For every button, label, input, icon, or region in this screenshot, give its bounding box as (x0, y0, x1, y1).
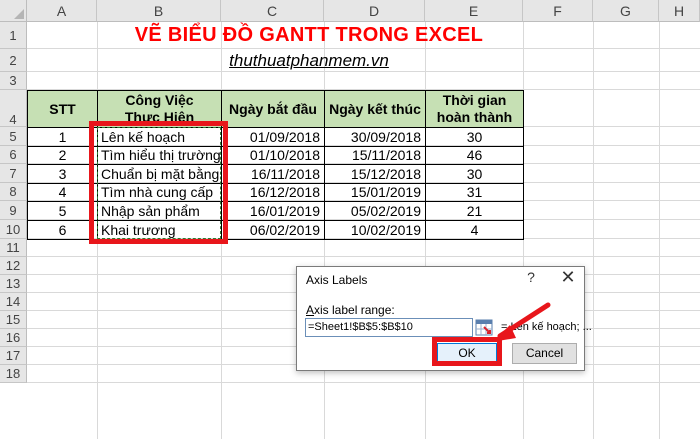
sheet-subtitle: thuthuatphanmem.vn (229, 51, 389, 70)
label-accesskey: A (306, 303, 315, 317)
highlight-box-labels (89, 121, 228, 244)
column-header-c[interactable]: C (221, 0, 324, 22)
row-header[interactable]: 9 (0, 201, 27, 220)
dialog-title: Axis Labels (306, 273, 368, 287)
row-header[interactable]: 7 (0, 164, 27, 183)
row-header[interactable]: 15 (0, 311, 27, 329)
gridline (27, 256, 700, 257)
table-cell[interactable]: 06/02/2019 (221, 220, 325, 240)
row-header[interactable]: 4 (0, 90, 27, 127)
spreadsheet-grid[interactable]: A B C D E F G H 1 2 3 4 5 6 7 8 9 10 11 12 13 14 15 16 1… (0, 0, 700, 439)
column-header-h[interactable]: H (659, 0, 700, 22)
table-header-cell[interactable]: Thời gian hoàn thành (425, 90, 524, 128)
row-header[interactable]: 13 (0, 275, 27, 293)
row-header[interactable]: 14 (0, 293, 27, 311)
table-cell[interactable]: 4 (27, 183, 98, 202)
row-header[interactable]: 12 (0, 257, 27, 275)
column-header-a[interactable]: A (27, 0, 97, 22)
row-header[interactable]: 16 (0, 329, 27, 347)
table-cell[interactable]: 30 (425, 127, 524, 147)
cancel-button[interactable]: Cancel (512, 343, 577, 364)
table-cell[interactable]: 30 (425, 164, 524, 184)
gridline (27, 382, 700, 383)
column-header-d[interactable]: D (324, 0, 425, 22)
label-text: xis label range: (314, 303, 395, 317)
table-cell[interactable]: 1 (27, 127, 98, 147)
range-picker-icon[interactable] (475, 318, 493, 337)
table-cell[interactable]: 46 (425, 146, 524, 165)
axis-label-range-input[interactable]: =Sheet1!$B$5:$B$10 (305, 318, 473, 337)
row-header[interactable]: 5 (0, 127, 27, 146)
row-header[interactable]: 3 (0, 72, 27, 90)
gridline (593, 22, 594, 439)
column-header-e[interactable]: E (425, 0, 523, 22)
table-header-cell[interactable]: STT (27, 90, 98, 128)
table-cell[interactable]: 5 (27, 201, 98, 221)
column-header-g[interactable]: G (593, 0, 659, 22)
table-cell[interactable]: 15/01/2019 (324, 183, 426, 202)
table-cell[interactable]: 15/12/2018 (324, 164, 426, 184)
row-header[interactable]: 17 (0, 347, 27, 365)
row-header[interactable]: 2 (0, 49, 27, 72)
close-icon[interactable]: ✕ (555, 267, 581, 288)
row-header[interactable]: 10 (0, 220, 27, 239)
column-header-f[interactable]: F (523, 0, 593, 22)
axis-label-range-label: Axis label range: (306, 303, 395, 317)
select-all-corner[interactable] (0, 0, 27, 22)
row-header[interactable]: 8 (0, 183, 27, 201)
table-cell[interactable]: 30/09/2018 (324, 127, 426, 147)
sheet-title: VẼ BIỂU ĐỒ GANTT TRONG EXCEL (134, 24, 484, 46)
table-cell[interactable]: 01/10/2018 (221, 146, 325, 165)
help-icon[interactable]: ? (521, 269, 541, 285)
table-cell[interactable]: 6 (27, 220, 98, 240)
table-cell[interactable]: 4 (425, 220, 524, 240)
gridline (659, 22, 660, 439)
table-cell[interactable]: 31 (425, 183, 524, 202)
table-cell[interactable]: 3 (27, 164, 98, 184)
table-cell[interactable]: 10/02/2019 (324, 220, 426, 240)
column-header-b[interactable]: B (97, 0, 221, 22)
row-header[interactable]: 1 (0, 22, 27, 49)
row-header[interactable]: 11 (0, 239, 27, 257)
table-cell[interactable]: 05/02/2019 (324, 201, 426, 221)
highlight-box-ok (432, 337, 502, 366)
table-cell[interactable]: 01/09/2018 (221, 127, 325, 147)
table-cell[interactable]: 21 (425, 201, 524, 221)
table-header-cell[interactable]: Ngày bắt đầu (221, 90, 325, 128)
table-header-cell[interactable]: Ngày kết thúc (324, 90, 426, 128)
table-cell[interactable]: 16/11/2018 (221, 164, 325, 184)
row-header[interactable]: 6 (0, 146, 27, 164)
table-cell[interactable]: 16/12/2018 (221, 183, 325, 202)
table-cell[interactable]: 16/01/2019 (221, 201, 325, 221)
range-preview: = Lên kế hoạch; ... (501, 321, 592, 333)
table-cell[interactable]: 15/11/2018 (324, 146, 426, 165)
row-header[interactable]: 18 (0, 365, 27, 383)
table-cell[interactable]: 2 (27, 146, 98, 165)
